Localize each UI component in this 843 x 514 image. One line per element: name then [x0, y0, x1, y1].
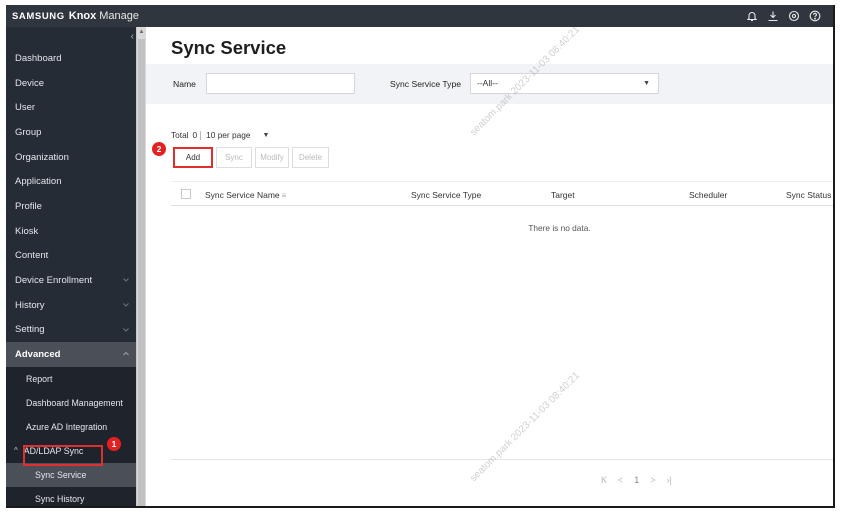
- total-label: Total: [171, 130, 189, 140]
- column-header-sync-status: Sync Status: [786, 190, 832, 200]
- sidebar-item-sync-history[interactable]: Sync History: [6, 487, 136, 506]
- sidebar-item-report[interactable]: Report: [6, 367, 136, 391]
- modify-button[interactable]: Modify: [255, 147, 289, 168]
- sync-service-type-label: Sync Service Type: [390, 79, 462, 89]
- dropdown-arrow-icon: ▼: [643, 80, 650, 87]
- help-icon[interactable]: [808, 10, 821, 23]
- sidebar-item-label: History: [15, 299, 45, 311]
- sidebar-item-label: Report: [26, 373, 53, 384]
- sidebar-item-label: User: [15, 102, 36, 114]
- app-window: SAMSUNG Knox Manage ‹ Dashboard Device U…: [6, 5, 835, 508]
- sidebar-item-history[interactable]: History: [6, 293, 136, 318]
- column-header-name[interactable]: Sync Service Name ≡: [205, 190, 286, 200]
- settings-icon[interactable]: [787, 10, 800, 23]
- chevron-up-icon: [123, 352, 129, 356]
- sync-service-table: Sync Service Name ≡ Sync Service Type Tar…: [171, 181, 833, 233]
- sync-button[interactable]: Sync: [216, 147, 252, 168]
- collapse-sidebar-icon[interactable]: ‹: [131, 31, 134, 42]
- column-label: Sync Service Name: [205, 190, 280, 200]
- sidebar-item-label: Device Enrollment: [15, 275, 93, 287]
- select-all-checkbox[interactable]: [181, 189, 191, 199]
- sidebar-item-dashboard-management[interactable]: Dashboard Management: [6, 391, 136, 415]
- pagination: K < 1 > ›|: [601, 475, 672, 485]
- chevron-down-icon: [123, 278, 129, 282]
- chevron-down-icon: [123, 327, 129, 332]
- sidebar-item-label: Dashboard: [15, 52, 62, 64]
- sidebar-item-kiosk[interactable]: Kiosk: [6, 219, 136, 244]
- table-bottom-divider: [171, 459, 833, 460]
- scroll-up-arrow-icon[interactable]: ▲: [137, 29, 146, 35]
- brand-manage: Manage: [99, 10, 140, 22]
- add-button[interactable]: Add: [173, 147, 213, 168]
- sidebar-item-label: Azure AD Integration: [26, 421, 108, 432]
- sidebar-item-label: Advanced: [15, 349, 61, 361]
- brand-knox: Knox: [68, 10, 97, 22]
- sidebar-item-label: Application: [15, 176, 62, 188]
- bell-icon[interactable]: [745, 10, 758, 23]
- sidebar: ‹ Dashboard Device User Group Organizati…: [6, 27, 136, 506]
- delete-button[interactable]: Delete: [292, 147, 329, 168]
- sidebar-item-label: Organization: [15, 151, 69, 163]
- table-header: Sync Service Name ≡ Sync Service Type Tar…: [171, 181, 833, 206]
- sidebar-item-label: Content: [15, 250, 49, 262]
- sidebar-item-device[interactable]: Device: [6, 71, 136, 96]
- sync-service-type-select[interactable]: --All-- ▼: [470, 73, 659, 94]
- column-header-type: Sync Service Type: [411, 190, 482, 200]
- step-badge-1: 1: [107, 437, 121, 451]
- sidebar-item-label: AD/LDAP Sync: [23, 445, 84, 456]
- sidebar-item-label: Setting: [15, 324, 45, 336]
- sidebar-item-dashboard[interactable]: Dashboard: [6, 46, 136, 71]
- sidebar-item-label: Device: [15, 77, 45, 89]
- total-row: Total 0 10 per page ▼: [171, 130, 269, 140]
- sidebar-item-device-enrollment[interactable]: Device Enrollment: [6, 268, 136, 293]
- sidebar-item-user[interactable]: User: [6, 95, 136, 120]
- per-page-select[interactable]: 10 per page: [206, 130, 250, 140]
- total-count: 0: [192, 130, 198, 140]
- sidebar-scrollbar[interactable]: ▲: [136, 27, 146, 506]
- action-buttons: Add Sync Modify Delete: [173, 147, 329, 168]
- divider: [200, 130, 202, 140]
- sidebar-item-setting[interactable]: Setting: [6, 318, 136, 343]
- column-header-scheduler: Scheduler: [689, 190, 728, 200]
- column-header-target: Target: [551, 190, 575, 200]
- header-actions: [745, 5, 821, 27]
- empty-table-message: There is no data.: [528, 223, 591, 233]
- prev-page-button[interactable]: <: [618, 475, 623, 485]
- current-page[interactable]: 1: [634, 475, 639, 485]
- sidebar-item-label: Profile: [15, 200, 42, 212]
- top-header: SAMSUNG Knox Manage: [6, 5, 833, 27]
- sidebar-item-label: Group: [15, 126, 42, 138]
- download-icon[interactable]: [766, 10, 779, 23]
- sidebar-item-label: Sync Service: [35, 469, 87, 480]
- brand-logo[interactable]: SAMSUNG Knox Manage: [6, 10, 139, 22]
- name-filter-label: Name: [173, 79, 196, 89]
- sidebar-item-organization[interactable]: Organization: [6, 145, 136, 170]
- brand-samsung: SAMSUNG: [12, 10, 65, 22]
- main-content: Sync Service Name Sync Service Type --Al…: [146, 27, 833, 506]
- sidebar-item-label: Kiosk: [15, 225, 39, 237]
- scrollbar-thumb[interactable]: [138, 39, 145, 506]
- sidebar-item-label: Dashboard Management: [26, 397, 123, 408]
- dropdown-arrow-icon[interactable]: ▼: [262, 132, 269, 139]
- sidebar-item-application[interactable]: Application: [6, 169, 136, 194]
- sidebar-item-profile[interactable]: Profile: [6, 194, 136, 219]
- sidebar-item-azure-ad-integration[interactable]: Azure AD Integration: [6, 415, 136, 439]
- first-page-button[interactable]: K: [601, 475, 607, 485]
- last-page-button[interactable]: ›|: [667, 475, 672, 485]
- sidebar-item-group[interactable]: Group: [6, 120, 136, 145]
- sync-service-type-value: --All--: [477, 78, 498, 88]
- chevron-up-icon: ^: [14, 446, 18, 456]
- page-title: Sync Service: [171, 37, 287, 58]
- filter-bar: Name Sync Service Type --All-- ▼: [146, 64, 833, 104]
- step-badge-2: 2: [152, 142, 166, 156]
- sidebar-item-content[interactable]: Content: [6, 244, 136, 269]
- sidebar-item-label: Sync History: [35, 493, 85, 504]
- name-filter-input[interactable]: [206, 73, 355, 94]
- chevron-down-icon: [123, 303, 129, 307]
- sidebar-item-sync-service[interactable]: Sync Service: [6, 462, 136, 487]
- next-page-button[interactable]: >: [650, 475, 655, 485]
- sidebar-item-advanced[interactable]: Advanced: [6, 342, 136, 367]
- sort-icon[interactable]: ≡: [282, 191, 287, 200]
